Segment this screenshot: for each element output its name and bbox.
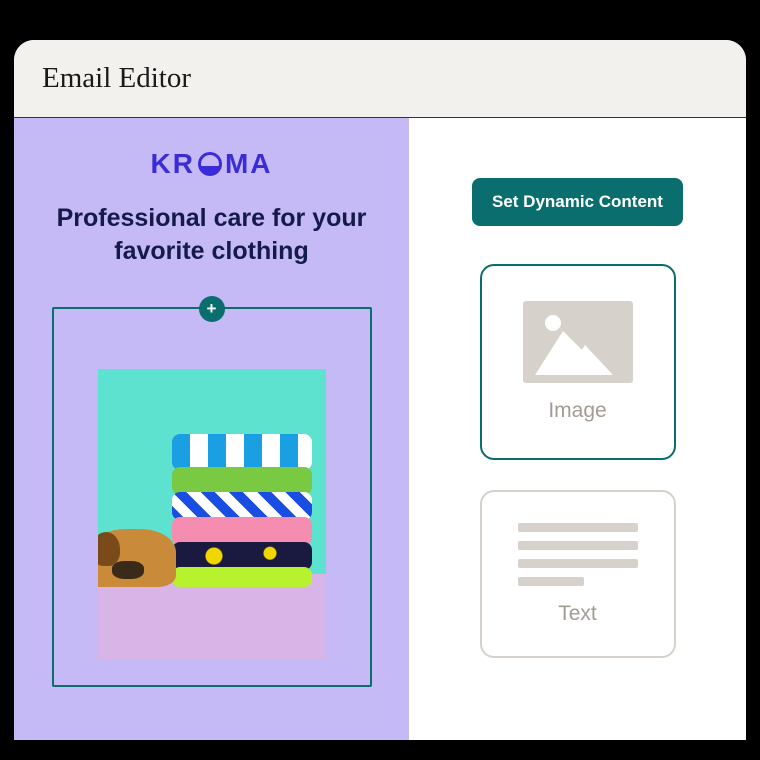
image-slot-selected[interactable]: + bbox=[52, 307, 372, 687]
editor-window: Email Editor KR MA Professional care for… bbox=[14, 40, 746, 740]
block-label: Image bbox=[548, 399, 606, 423]
add-block-button[interactable]: + bbox=[199, 296, 225, 322]
set-dynamic-content-button[interactable]: Set Dynamic Content bbox=[472, 178, 683, 226]
block-type-image[interactable]: Image bbox=[480, 264, 676, 460]
folded-item bbox=[172, 434, 312, 470]
email-headline: Professional care for your favorite clot… bbox=[42, 202, 382, 267]
brand-text-1: KR bbox=[151, 148, 195, 180]
plus-icon: + bbox=[207, 299, 217, 319]
email-canvas[interactable]: KR MA Professional care for your favorit… bbox=[14, 118, 409, 740]
brand-eye-icon bbox=[198, 152, 222, 176]
folded-item bbox=[172, 542, 312, 570]
block-type-text[interactable]: Text bbox=[480, 490, 676, 658]
brand-text-2: MA bbox=[225, 148, 273, 180]
product-photo bbox=[98, 369, 326, 659]
folded-item bbox=[172, 492, 312, 520]
block-sidebar: Set Dynamic Content Image Text bbox=[409, 118, 746, 740]
text-placeholder-icon bbox=[518, 523, 638, 586]
image-placeholder-icon bbox=[523, 301, 633, 383]
folded-item bbox=[172, 567, 312, 587]
folded-item bbox=[172, 517, 312, 545]
brand-logo: KR MA bbox=[151, 148, 273, 180]
editor-body: KR MA Professional care for your favorit… bbox=[14, 118, 746, 740]
dog-icon bbox=[98, 529, 176, 587]
clothing-stack bbox=[172, 434, 312, 584]
block-label: Text bbox=[558, 602, 597, 626]
page-title: Email Editor bbox=[14, 40, 746, 118]
folded-item bbox=[172, 467, 312, 495]
